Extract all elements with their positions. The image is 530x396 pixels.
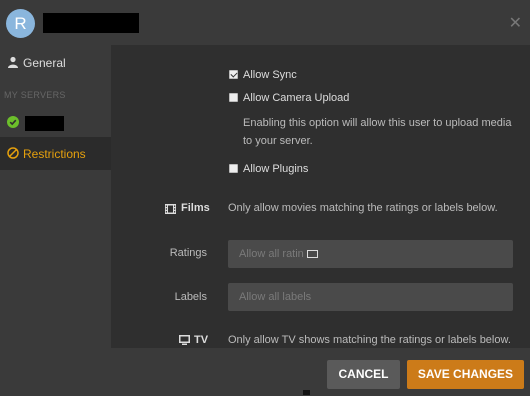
redacted-username	[43, 13, 139, 33]
sidebar-item-label: General	[23, 56, 66, 70]
film-icon	[165, 204, 176, 214]
ratings-label: Ratings	[169, 247, 207, 259]
films-description: Only allow movies matching the ratings o…	[228, 202, 498, 214]
redacted-server-name	[25, 116, 64, 131]
restriction-icon	[7, 147, 19, 159]
allow-sync-checkbox[interactable]	[229, 70, 238, 79]
allow-plugins-checkbox[interactable]	[229, 164, 238, 173]
sidebar-item-label: Restrictions	[23, 147, 86, 161]
modal-header: R ✕	[0, 0, 530, 45]
id-card-icon	[306, 250, 318, 258]
tv-heading: TV	[194, 334, 209, 346]
close-icon[interactable]: ✕	[509, 13, 522, 33]
sidebar-item-server[interactable]	[0, 106, 111, 138]
labels-label: Labels	[174, 291, 207, 303]
modal-footer: CANCEL SAVE CHANGES	[0, 348, 530, 396]
save-changes-button[interactable]: SAVE CHANGES	[407, 360, 524, 389]
user-icon	[8, 56, 18, 68]
ratings-placeholder: Allow all ratin	[239, 248, 304, 260]
sidebar-item-general[interactable]: General	[0, 46, 111, 78]
camera-upload-help-text: Enabling this option will allow this use…	[243, 117, 512, 147]
allow-plugins-label[interactable]: Allow Plugins	[243, 163, 308, 175]
restrictions-panel: Allow Sync Allow Camera Upload Enabling …	[111, 45, 530, 348]
sidebar-item-restrictions[interactable]: Restrictions	[0, 137, 111, 170]
tv-icon	[179, 335, 190, 345]
sidebar-group-label: MY SERVERS	[4, 90, 66, 100]
ratings-input[interactable]: Allow all ratin	[228, 240, 513, 268]
sidebar: General MY SERVERS Restrictions	[0, 45, 111, 348]
avatar: R	[6, 9, 35, 38]
labels-placeholder: Allow all labels	[239, 291, 312, 303]
allow-camera-upload-label[interactable]: Allow Camera Upload	[243, 92, 349, 104]
labels-input[interactable]: Allow all labels	[228, 283, 513, 311]
tv-description: Only allow TV shows matching the ratings…	[228, 334, 511, 346]
films-heading: Films	[181, 202, 210, 214]
cancel-button[interactable]: CANCEL	[327, 360, 400, 389]
allow-sync-label[interactable]: Allow Sync	[243, 69, 297, 81]
check-circle-icon	[7, 116, 19, 128]
mouse-cursor-icon	[303, 390, 310, 395]
allow-camera-upload-checkbox[interactable]	[229, 93, 238, 102]
